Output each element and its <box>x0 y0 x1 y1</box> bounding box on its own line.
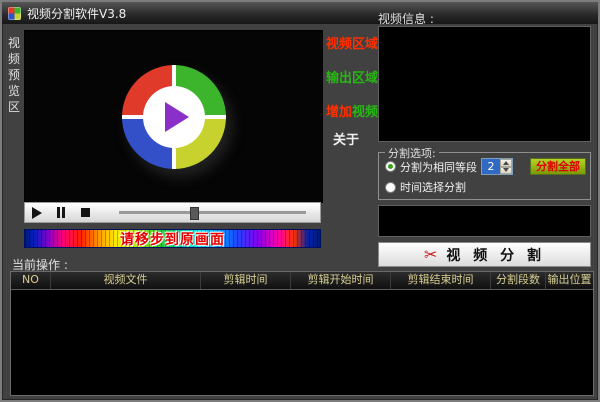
radio-time-select[interactable] <box>385 181 396 193</box>
pause-button[interactable] <box>49 203 73 222</box>
play-button[interactable] <box>25 203 49 222</box>
video-split-button[interactable]: ✂ 视 频 分 割 <box>378 242 591 267</box>
player-controls <box>24 202 321 223</box>
stop-button[interactable] <box>73 203 97 222</box>
split-option-row-equal: 分割为相同等段 2 分割全部 <box>385 158 586 175</box>
seek-slider[interactable] <box>119 207 306 220</box>
radio-equal-label[interactable]: 分割为相同等段 <box>400 159 477 175</box>
down-arrow-icon <box>503 168 509 173</box>
spinner-down-button[interactable] <box>500 166 512 174</box>
radio-equal-segments[interactable] <box>385 161 396 172</box>
menu-about[interactable]: 关于 <box>333 129 359 148</box>
split-all-button[interactable]: 分割全部 <box>530 158 586 175</box>
stop-icon <box>80 208 90 217</box>
spinner-arrows <box>500 159 512 174</box>
video-info-label: 视频信息 : <box>378 12 434 26</box>
operations-table: NO 视频文件 剪辑时间 剪辑开始时间 剪辑结束时间 分割段数 输出位置 <box>10 271 594 396</box>
logo-inner-circle <box>142 85 205 148</box>
menu-video-area[interactable]: 视频区域 <box>326 33 378 52</box>
scissors-icon: ✂ <box>423 244 438 264</box>
segments-value[interactable]: 2 <box>482 159 500 174</box>
pause-icon <box>57 207 65 218</box>
menu-add-video-text-1: 增加 <box>326 105 353 120</box>
column-header-video-file[interactable]: 视频文件 <box>51 272 201 289</box>
app-icon <box>8 6 21 20</box>
time-select-box <box>378 205 591 237</box>
split-options-group: 分割选项: 分割为相同等段 2 分割全部 时间选择分割 <box>378 145 591 200</box>
menu-output-area[interactable]: 输出区域 <box>326 67 378 86</box>
up-arrow-icon <box>503 160 509 165</box>
menu-add-video-text-2: 视频 <box>352 105 379 120</box>
watermark-text: 请移步到原画面 <box>120 231 225 248</box>
seek-slider-handle[interactable] <box>190 207 200 220</box>
app-window: 视频分割软件V3.8 视频预览区 请移步到原画面 视频区域 输出区域 增加视频 … <box>0 0 600 402</box>
column-header-clip-start[interactable]: 剪辑开始时间 <box>291 272 391 289</box>
column-header-no[interactable]: NO <box>11 272 51 289</box>
media-player-logo <box>121 64 226 169</box>
spinner-up-button[interactable] <box>500 159 512 167</box>
radio-time-label[interactable]: 时间选择分割 <box>400 179 466 195</box>
video-preview-area <box>24 30 323 203</box>
play-icon <box>32 206 42 219</box>
column-header-clip-time[interactable]: 剪辑时间 <box>201 272 291 289</box>
audio-spectrum-bar: 请移步到原画面 <box>24 229 321 248</box>
segments-spinner[interactable]: 2 <box>481 158 513 175</box>
column-header-segment-count[interactable]: 分割段数 <box>491 272 546 289</box>
column-header-output-path[interactable]: 输出位置 <box>546 272 593 289</box>
window-title: 视频分割软件V3.8 <box>27 6 127 21</box>
table-header: NO 视频文件 剪辑时间 剪辑开始时间 剪辑结束时间 分割段数 输出位置 <box>11 272 593 290</box>
preview-side-label: 视频预览区 <box>8 36 21 114</box>
video-split-label: 视 频 分 割 <box>446 247 546 264</box>
column-header-clip-end[interactable]: 剪辑结束时间 <box>391 272 491 289</box>
play-logo-icon <box>165 101 189 132</box>
video-info-box <box>378 26 591 142</box>
menu-add-video[interactable]: 增加视频 <box>326 101 378 120</box>
split-option-row-time: 时间选择分割 <box>385 179 586 195</box>
title-bar: 视频分割软件V3.8 <box>2 2 598 24</box>
table-body <box>11 290 593 395</box>
